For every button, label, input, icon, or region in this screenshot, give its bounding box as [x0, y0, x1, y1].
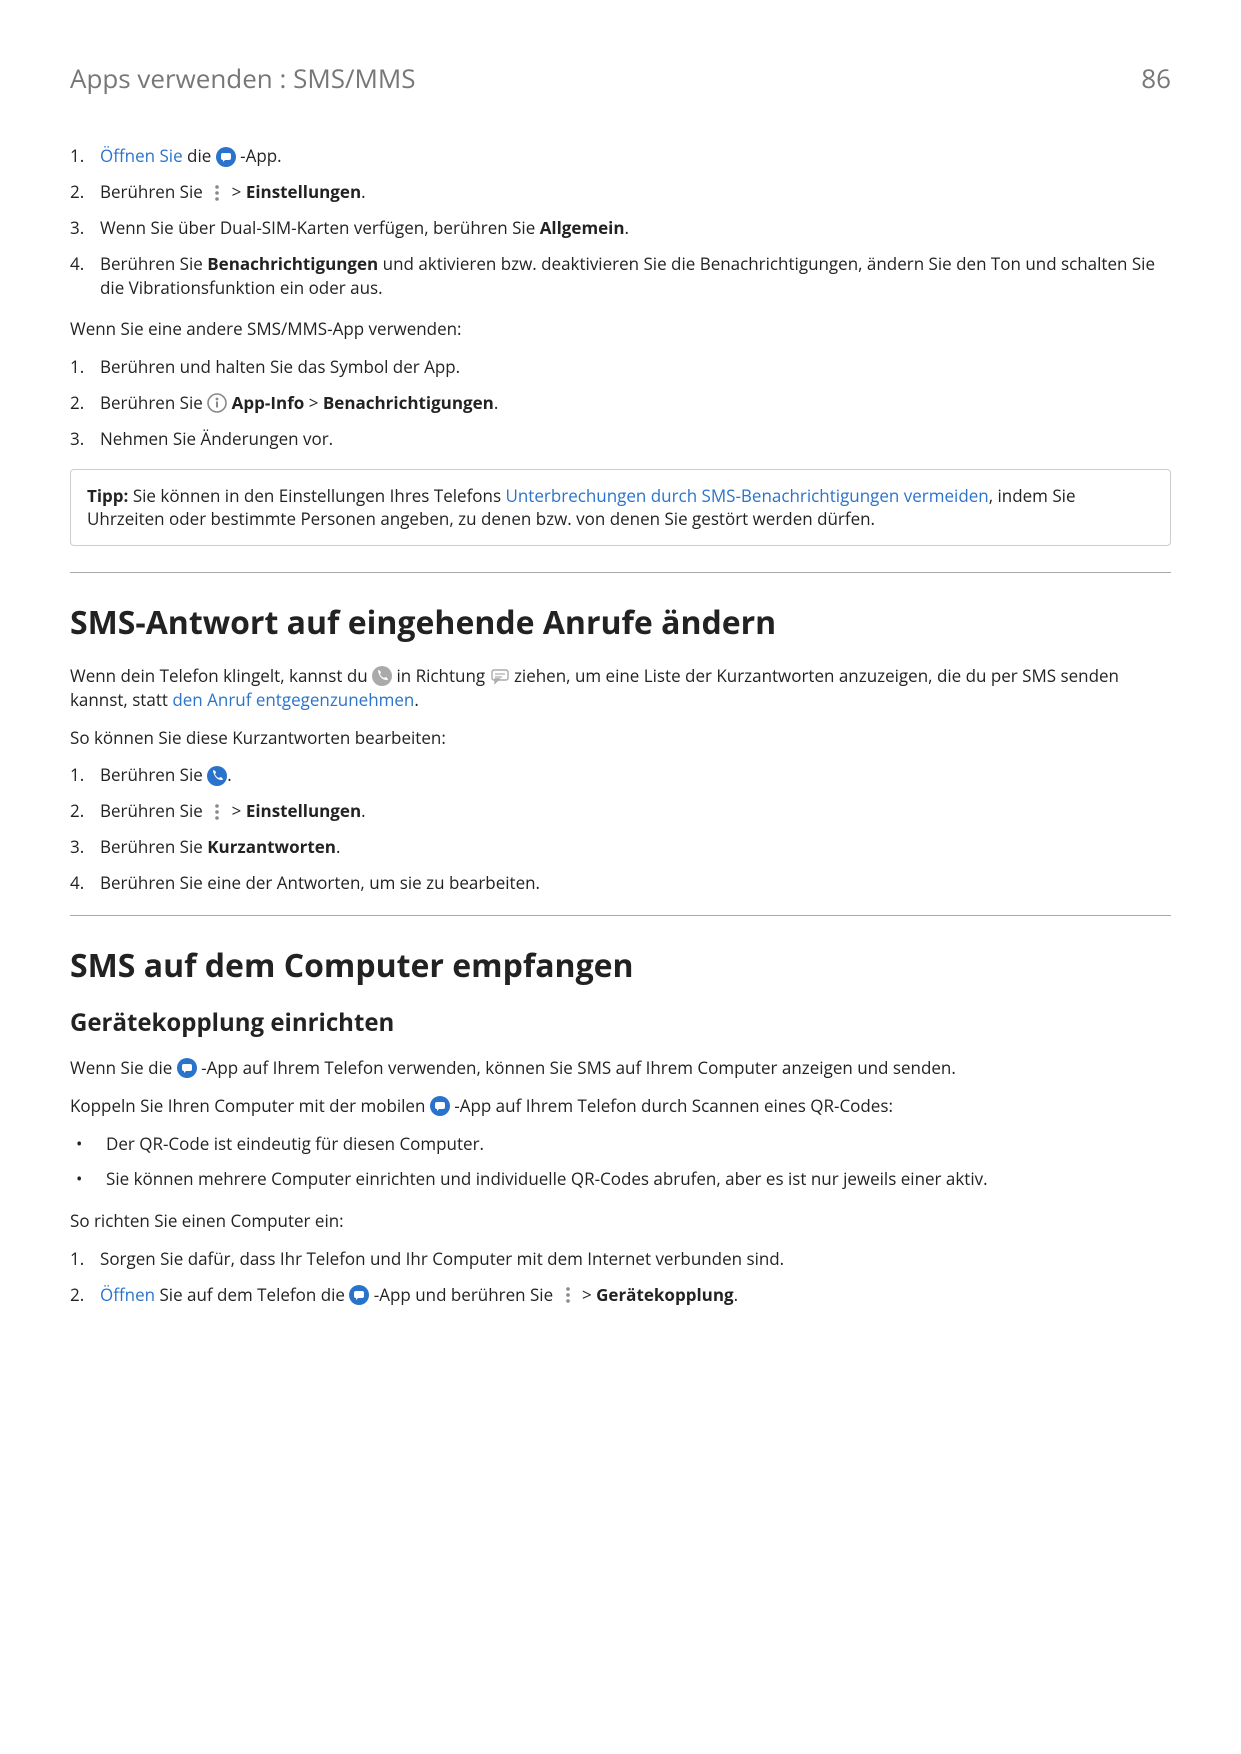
list-item: • Sie können mehrere Computer einrichten…: [70, 1167, 1171, 1191]
messages-app-icon: [216, 147, 236, 167]
step-number: 3.: [70, 427, 100, 451]
messages-app-icon: [430, 1096, 450, 1116]
list-item: • Der QR-Code ist eindeutig für diesen C…: [70, 1132, 1171, 1156]
heading-sms-reply: SMS-Antwort auf eingehende Anrufe ändern: [70, 601, 1171, 646]
step-number: 4.: [70, 252, 100, 276]
bullet: •: [70, 1132, 106, 1156]
page-number: 86: [1141, 60, 1171, 96]
step-2: 2. Berühren Sie > Einstellungen.: [70, 180, 1171, 204]
info-icon: [207, 393, 227, 413]
step-1: 1. Sorgen Sie dafür, dass Ihr Telefon un…: [70, 1247, 1171, 1271]
other-app-intro: Wenn Sie eine andere SMS/MMS-App verwend…: [70, 317, 1171, 341]
open-link[interactable]: Öffnen: [100, 1283, 155, 1306]
step-number: 2.: [70, 1283, 100, 1307]
step-number: 1.: [70, 144, 100, 168]
tip-label: Tipp:: [87, 484, 128, 507]
steps-computer-setup: 1. Sorgen Sie dafür, dass Ihr Telefon un…: [70, 1247, 1171, 1307]
step-number: 4.: [70, 871, 100, 895]
heading-sms-computer: SMS auf dem Computer empfangen: [70, 944, 1171, 989]
quick-reply-edit-intro: So können Sie diese Kurzantworten bearbe…: [70, 726, 1171, 750]
step-1: 1. Berühren Sie .: [70, 763, 1171, 787]
heading-device-pairing: Gerätekopplung einrichten: [70, 1006, 1171, 1040]
page-header: Apps verwenden : SMS/MMS 86: [70, 60, 1171, 96]
more-icon: [207, 802, 227, 822]
phone-app-icon: [207, 766, 227, 786]
step-number: 1.: [70, 763, 100, 787]
answer-call-link[interactable]: den Anruf entgegenzunehmen: [172, 688, 414, 711]
step-3: 3. Berühren Sie Kurzantworten.: [70, 835, 1171, 859]
messages-app-icon: [177, 1058, 197, 1078]
quick-reply-intro: Wenn dein Telefon klingelt, kannst du in…: [70, 664, 1171, 712]
step-2: 2. Berühren Sie App-Info > Benachrichtig…: [70, 391, 1171, 415]
bullet: •: [70, 1167, 106, 1191]
tip-box: Tipp: Sie können in den Einstellungen Ih…: [70, 469, 1171, 547]
device-pairing-label: Gerätekopplung: [596, 1283, 734, 1306]
step-3: 3. Wenn Sie über Dual-SIM-Karten verfüge…: [70, 216, 1171, 240]
divider: [70, 572, 1171, 573]
pairing-intro-1: Wenn Sie die -App auf Ihrem Telefon verw…: [70, 1056, 1171, 1080]
step-number: 1.: [70, 1247, 100, 1271]
settings-label: Einstellungen: [246, 180, 361, 203]
notifications-label: Benachrichtigungen: [323, 391, 494, 414]
step-number: 2.: [70, 799, 100, 823]
steps-messages-notifications: 1. Öffnen Sie die -App. 2. Berühren Sie …: [70, 144, 1171, 299]
general-label: Allgemein: [540, 216, 625, 239]
step-4: 4. Berühren Sie Benachrichtigungen und a…: [70, 252, 1171, 300]
step-1: 1. Öffnen Sie die -App.: [70, 144, 1171, 168]
breadcrumb: Apps verwenden : SMS/MMS: [70, 60, 416, 96]
qr-bullets: • Der QR-Code ist eindeutig für diesen C…: [70, 1132, 1171, 1192]
more-icon: [207, 183, 227, 203]
steps-quick-reply: 1. Berühren Sie . 2. Berühren Sie > Eins…: [70, 763, 1171, 894]
step-1: 1. Berühren und halten Sie das Symbol de…: [70, 355, 1171, 379]
quick-replies-label: Kurzantworten: [207, 835, 336, 858]
more-icon: [558, 1285, 578, 1305]
open-link[interactable]: Öffnen Sie: [100, 144, 183, 167]
step-number: 3.: [70, 835, 100, 859]
dnd-link[interactable]: Unterbrechungen durch SMS-Benachrichtigu…: [505, 484, 988, 507]
step-3: 3. Nehmen Sie Änderungen vor.: [70, 427, 1171, 451]
divider: [70, 915, 1171, 916]
step-number: 2.: [70, 180, 100, 204]
messages-app-icon: [349, 1285, 369, 1305]
notifications-label: Benachrichtigungen: [207, 252, 378, 275]
steps-other-app: 1. Berühren und halten Sie das Symbol de…: [70, 355, 1171, 450]
step-2: 2. Öffnen Sie auf dem Telefon die -App u…: [70, 1283, 1171, 1307]
step-number: 3.: [70, 216, 100, 240]
app-info-label: App-Info: [232, 391, 305, 414]
pairing-intro-2: Koppeln Sie Ihren Computer mit der mobil…: [70, 1094, 1171, 1118]
step-number: 2.: [70, 391, 100, 415]
step-number: 1.: [70, 355, 100, 379]
phone-grey-icon: [372, 666, 392, 686]
computer-setup-intro: So richten Sie einen Computer ein:: [70, 1209, 1171, 1233]
settings-label: Einstellungen: [246, 799, 361, 822]
step-2: 2. Berühren Sie > Einstellungen.: [70, 799, 1171, 823]
step-4: 4. Berühren Sie eine der Antworten, um s…: [70, 871, 1171, 895]
sms-outline-icon: [490, 666, 510, 686]
